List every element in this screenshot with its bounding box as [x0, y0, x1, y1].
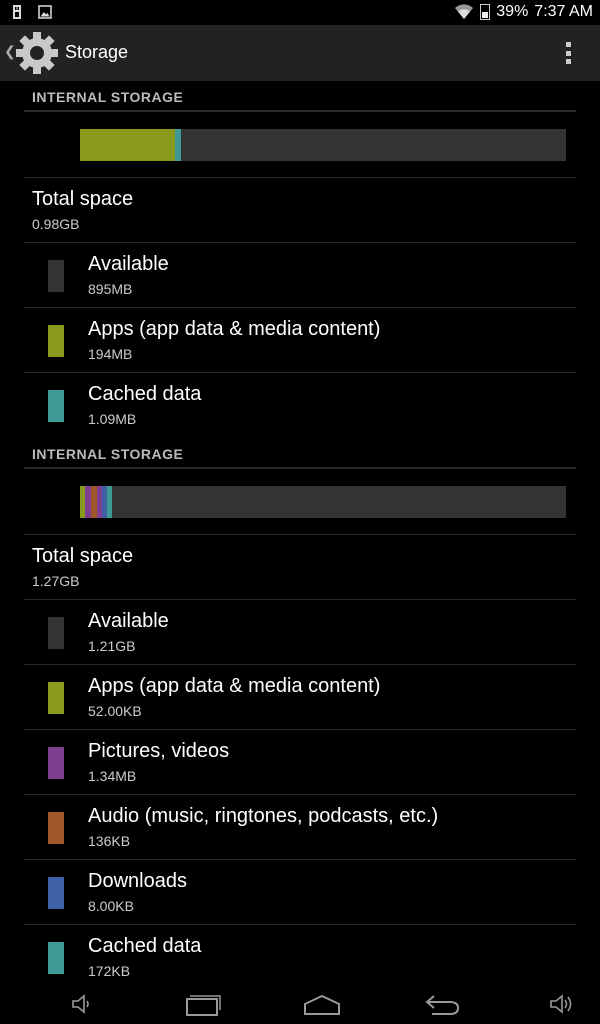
color-swatch	[48, 260, 64, 292]
storage-list[interactable]: INTERNAL STORAGE Total space 0.98GB Avai…	[0, 81, 600, 984]
item-title: Audio (music, ringtones, podcasts, etc.)	[88, 805, 439, 827]
storage-item-pictures-videos[interactable]: Pictures, videos 1.34MB	[24, 730, 576, 795]
wifi-icon	[455, 4, 474, 20]
image-notification-icon	[38, 5, 52, 19]
storage-bar-segment	[174, 129, 181, 161]
total-space-label: Total space	[32, 188, 134, 210]
storage-bar-segment	[107, 486, 113, 518]
item-title: Cached data	[88, 383, 202, 405]
battery-percent: 39%	[496, 3, 529, 20]
battery-icon	[480, 4, 491, 20]
item-title: Apps (app data & media content)	[88, 318, 381, 340]
item-value: 8.00KB	[88, 898, 134, 914]
section-header: INTERNAL STORAGE	[24, 438, 576, 469]
total-space-value: 0.98GB	[32, 216, 80, 232]
color-swatch	[48, 682, 64, 714]
storage-item-available[interactable]: Available 895MB	[24, 243, 576, 308]
recent-apps-icon[interactable]	[184, 990, 222, 1018]
item-value: 172KB	[88, 963, 131, 979]
section-header: INTERNAL STORAGE	[24, 81, 576, 112]
item-value: 1.21GB	[88, 638, 136, 654]
total-space-row: Total space 1.27GB	[24, 535, 576, 600]
total-space-row: Total space 0.98GB	[24, 178, 576, 243]
item-value: 194MB	[88, 346, 133, 362]
storage-item-available[interactable]: Available 1.21GB	[24, 600, 576, 665]
item-title: Downloads	[88, 870, 187, 892]
storage-item-cached-data[interactable]: Cached data 1.09MB	[24, 373, 576, 438]
color-swatch	[48, 747, 64, 779]
item-value: 1.09MB	[88, 411, 137, 427]
color-swatch	[48, 617, 64, 649]
storage-bar-segment	[80, 129, 175, 161]
total-space-value: 1.27GB	[32, 573, 80, 589]
storage-item-audio[interactable]: Audio (music, ringtones, podcasts, etc.)…	[24, 795, 576, 860]
item-title: Cached data	[88, 935, 202, 957]
color-swatch	[48, 942, 64, 974]
storage-usage-bar-row	[24, 469, 576, 535]
storage-item-cached-data[interactable]: Cached data 172KB	[24, 925, 576, 984]
item-value: 52.00KB	[88, 703, 142, 719]
color-swatch	[48, 812, 64, 844]
storage-item-apps[interactable]: Apps (app data & media content) 52.00KB	[24, 665, 576, 730]
storage-usage-bar-row	[24, 112, 576, 178]
page-title: Storage	[65, 42, 129, 62]
color-swatch	[48, 877, 64, 909]
item-value: 895MB	[88, 281, 133, 297]
item-title: Apps (app data & media content)	[88, 675, 381, 697]
storage-usage-bar	[80, 129, 566, 161]
home-icon[interactable]	[302, 990, 342, 1018]
color-swatch	[48, 325, 64, 357]
item-value: 1.34MB	[88, 768, 137, 784]
volume-down-icon[interactable]	[70, 990, 94, 1018]
item-title: Available	[88, 253, 169, 275]
sd-card-icon	[13, 5, 21, 19]
back-icon[interactable]	[422, 990, 462, 1018]
storage-item-downloads[interactable]: Downloads 8.00KB	[24, 860, 576, 925]
color-swatch	[48, 390, 64, 422]
overflow-menu-icon[interactable]	[566, 42, 572, 64]
action-bar: ❮ Storage	[0, 25, 600, 81]
storage-usage-bar	[80, 486, 566, 518]
item-title: Available	[88, 610, 169, 632]
status-bar: 39% 7:37 AM	[0, 0, 600, 25]
item-value: 136KB	[88, 833, 131, 849]
navigation-bar	[0, 984, 600, 1024]
volume-up-icon[interactable]	[548, 990, 576, 1018]
item-title: Pictures, videos	[88, 740, 230, 762]
settings-gear-icon[interactable]	[14, 30, 60, 76]
clock: 7:37 AM	[534, 3, 593, 20]
storage-item-apps[interactable]: Apps (app data & media content) 194MB	[24, 308, 576, 373]
total-space-label: Total space	[32, 545, 134, 567]
